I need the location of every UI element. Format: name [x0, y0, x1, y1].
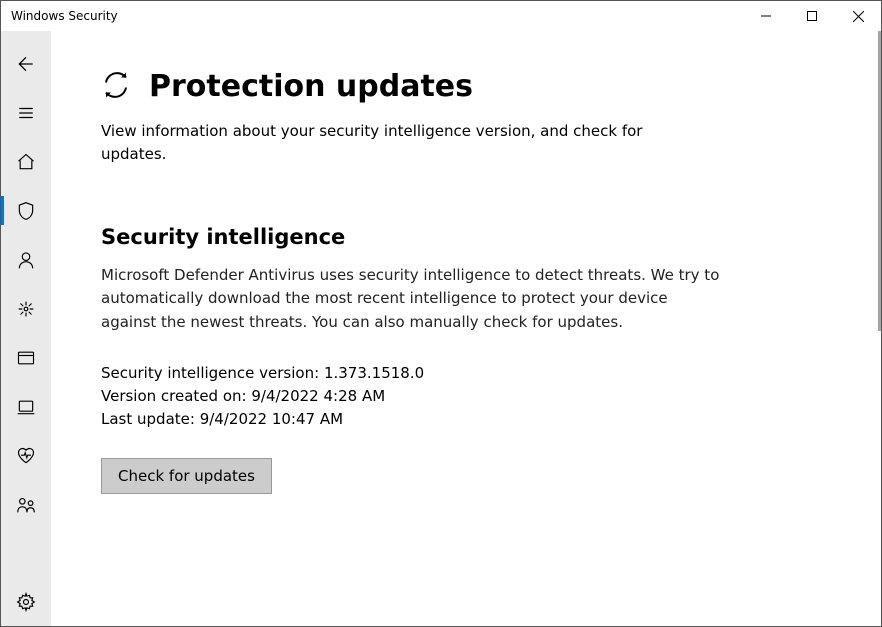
sidebar-item-family[interactable]: [1, 480, 51, 529]
sidebar-item-virus-protection[interactable]: [1, 186, 51, 235]
settings-icon: [16, 592, 36, 612]
sidebar-item-firewall[interactable]: [1, 284, 51, 333]
refresh-icon: [101, 70, 131, 104]
minimize-button[interactable]: [743, 1, 789, 31]
version-label: Security intelligence version:: [101, 364, 319, 382]
version-value: 1.373.1518.0: [324, 364, 424, 382]
section-body: Microsoft Defender Antivirus uses securi…: [101, 264, 721, 334]
health-icon: [16, 446, 36, 466]
scrollbar-thumb[interactable]: [878, 31, 881, 331]
firewall-icon: [15, 298, 37, 320]
sidebar-item-account[interactable]: [1, 235, 51, 284]
scrollbar-track[interactable]: [878, 31, 881, 626]
menu-button[interactable]: [1, 88, 51, 137]
version-line: Security intelligence version: 1.373.151…: [101, 362, 841, 385]
back-button[interactable]: [1, 39, 51, 88]
page-title: Protection updates: [149, 69, 473, 104]
titlebar: Windows Security: [1, 1, 881, 31]
menu-icon: [17, 104, 35, 122]
section-heading: Security intelligence: [101, 225, 841, 249]
maximize-button[interactable]: [789, 1, 835, 31]
family-icon: [15, 494, 37, 516]
created-line: Version created on: 9/4/2022 4:28 AM: [101, 385, 841, 408]
version-info-block: Security intelligence version: 1.373.151…: [101, 362, 841, 432]
home-icon: [16, 152, 36, 172]
back-icon: [16, 54, 36, 74]
account-icon: [16, 250, 36, 270]
window-title: Windows Security: [11, 9, 118, 23]
page-subtitle: View information about your security int…: [101, 120, 711, 165]
check-updates-button[interactable]: Check for updates: [101, 458, 272, 494]
sidebar-item-home[interactable]: [1, 137, 51, 186]
close-button[interactable]: [835, 1, 881, 31]
created-value: 9/4/2022 4:28 AM: [251, 387, 385, 405]
sidebar-item-health[interactable]: [1, 431, 51, 480]
app-browser-icon: [16, 348, 36, 368]
sidebar-item-device-security[interactable]: [1, 382, 51, 431]
sidebar-item-app-browser[interactable]: [1, 333, 51, 382]
window-controls: [743, 1, 881, 31]
sidebar-item-settings[interactable]: [1, 577, 51, 626]
last-update-value: 9/4/2022 10:47 AM: [200, 410, 343, 428]
last-update-label: Last update:: [101, 410, 195, 428]
device-security-icon: [16, 397, 36, 417]
created-label: Version created on:: [101, 387, 247, 405]
shield-icon: [16, 201, 36, 221]
main-content: Protection updates View information abou…: [51, 31, 881, 626]
sidebar: [1, 31, 51, 626]
last-update-line: Last update: 9/4/2022 10:47 AM: [101, 408, 841, 431]
